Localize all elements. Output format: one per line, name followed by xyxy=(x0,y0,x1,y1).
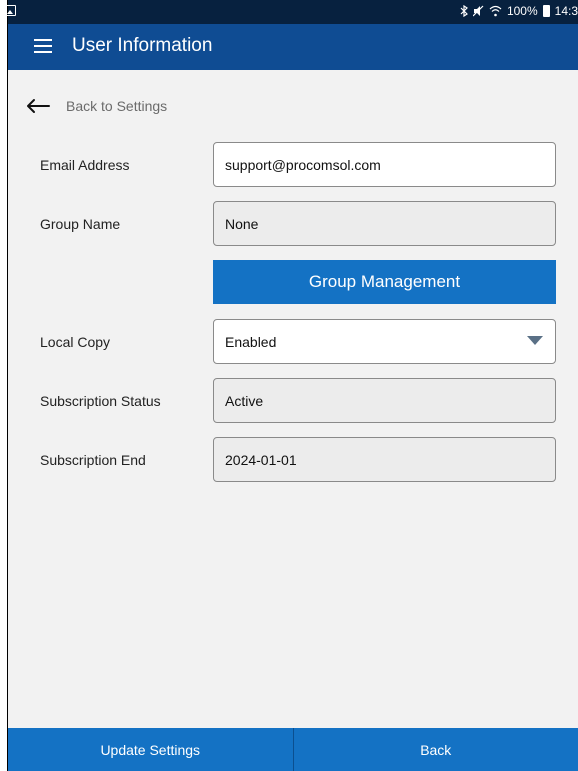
group-name-label: Group Name xyxy=(40,216,121,232)
status-indicators: 100% 14:3 xyxy=(460,4,578,18)
left-edge xyxy=(0,0,8,771)
email-field[interactable]: support@procomsol.com xyxy=(213,142,556,187)
email-value: support@procomsol.com xyxy=(225,156,381,173)
hamburger-menu-icon[interactable] xyxy=(34,39,52,53)
wifi-icon xyxy=(489,5,502,17)
back-button[interactable]: Back xyxy=(294,728,578,771)
app-bar: User Information xyxy=(8,24,578,70)
subscription-end-field: 2024-01-01 xyxy=(213,437,556,482)
image-notification-icon xyxy=(4,5,16,16)
group-name-field: None xyxy=(213,201,556,246)
group-management-button[interactable]: Group Management xyxy=(213,260,556,304)
app-frame: 100% 14:3 User Information Back to Setti… xyxy=(4,0,578,771)
email-label: Email Address xyxy=(40,157,130,173)
back-to-settings-link[interactable]: Back to Settings xyxy=(26,94,167,118)
local-copy-label: Local Copy xyxy=(40,334,111,350)
dropdown-triangle-icon xyxy=(527,336,543,345)
local-copy-select[interactable]: Enabled xyxy=(213,319,556,364)
battery-percent: 100% xyxy=(506,4,538,18)
arrow-left-icon xyxy=(27,99,50,113)
subscription-status-field: Active xyxy=(213,378,556,423)
back-to-settings-label: Back to Settings xyxy=(66,98,168,114)
bluetooth-icon xyxy=(460,5,468,17)
subscription-end-value: 2024-01-01 xyxy=(225,451,297,468)
bottom-action-bar: Update Settings Back xyxy=(8,728,578,771)
subscription-status-value: Active xyxy=(225,392,264,409)
page-title: User Information xyxy=(72,35,213,56)
group-name-value: None xyxy=(225,215,259,232)
mute-icon xyxy=(472,5,484,17)
subscription-end-label: Subscription End xyxy=(40,452,146,468)
status-bar: 100% 14:3 xyxy=(4,0,578,24)
subscription-status-label: Subscription Status xyxy=(40,393,161,409)
clock: 14:3 xyxy=(554,4,578,18)
update-settings-button[interactable]: Update Settings xyxy=(8,728,293,771)
local-copy-value: Enabled xyxy=(225,333,277,350)
battery-icon xyxy=(542,5,550,17)
